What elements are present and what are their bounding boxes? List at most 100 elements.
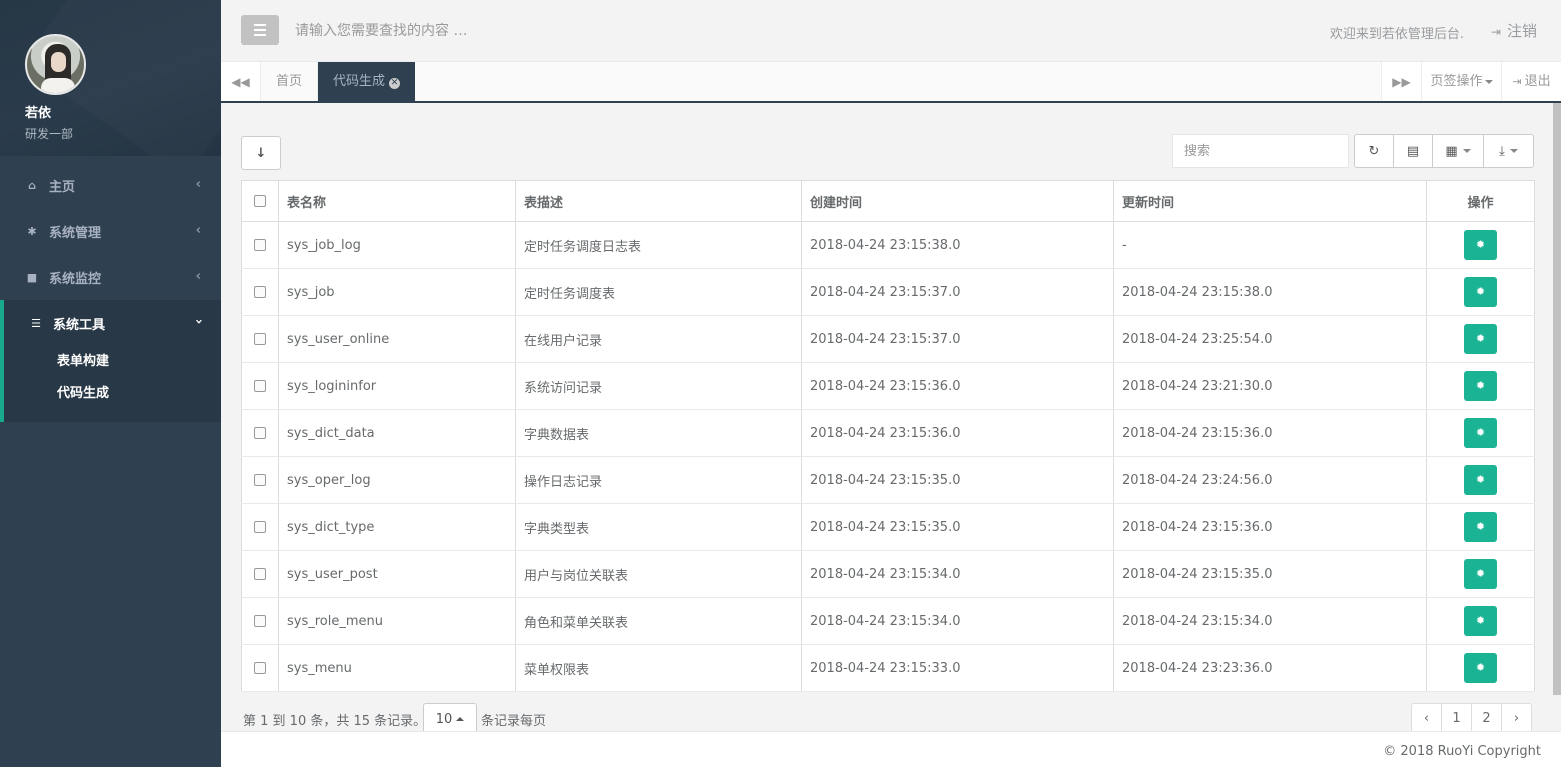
tab-code-gen[interactable]: 代码生成 ✕ <box>318 62 415 101</box>
row-checkbox[interactable] <box>254 427 266 439</box>
main-content: ↓ ↻ ▤ ▦ ⤓ 表名称 表描述 创建时间 更新时间 操作 sys_job_l… <box>221 103 1553 735</box>
caret-down-icon <box>1509 149 1518 153</box>
page-scrollbar[interactable] <box>1553 103 1561 695</box>
row-checkbox-cell <box>241 268 279 316</box>
row-checkbox-cell <box>241 550 279 598</box>
cell-table-name: sys_menu <box>278 644 516 692</box>
cell-create-time: 2018-04-24 23:15:37.0 <box>801 268 1114 316</box>
row-checkbox[interactable] <box>254 239 266 251</box>
cell-update-time: 2018-04-24 23:23:36.0 <box>1113 644 1427 692</box>
copyright-text: © 2018 RuoYi Copyright <box>1383 744 1541 759</box>
tab-operations-dropdown[interactable]: 页签操作 <box>1421 62 1501 101</box>
refresh-icon: ↻ <box>1368 143 1380 159</box>
code-gen-table: 表名称 表描述 创建时间 更新时间 操作 sys_job_log 定时任务调度日… <box>241 180 1535 692</box>
row-checkbox[interactable] <box>254 286 266 298</box>
table-row: sys_logininfor 系统访问记录 2018-04-24 23:15:3… <box>241 362 1535 410</box>
cell-create-time: 2018-04-24 23:15:34.0 <box>801 597 1114 645</box>
row-checkbox[interactable] <box>254 333 266 345</box>
sidebar-item-label: 主页 <box>49 179 76 195</box>
sidebar-item-system-tools[interactable]: ☰ 系统工具 › <box>4 300 221 346</box>
table-row: sys_menu 菜单权限表 2018-04-24 23:15:33.0 201… <box>241 644 1535 692</box>
generate-code-button[interactable]: ✹ <box>1464 653 1497 683</box>
row-checkbox[interactable] <box>254 662 266 674</box>
page-tabs: ◀◀ 首页 代码生成 ✕ ▶▶ 页签操作 ⇥ 退出 <box>221 62 1561 103</box>
cell-actions: ✹ <box>1426 597 1535 645</box>
logout-link[interactable]: ⇥ 注销 <box>1491 20 1537 41</box>
page-1-button[interactable]: 1 <box>1441 703 1472 734</box>
generate-code-button[interactable]: ✹ <box>1464 371 1497 401</box>
row-checkbox[interactable] <box>254 380 266 392</box>
header-create-time[interactable]: 创建时间 <box>801 180 1114 222</box>
generate-code-button[interactable]: ✹ <box>1464 277 1497 307</box>
bug-icon: ✹ <box>1475 426 1486 439</box>
cell-actions: ✹ <box>1426 221 1535 269</box>
row-checkbox[interactable] <box>254 568 266 580</box>
generate-code-button[interactable]: ✹ <box>1464 512 1497 542</box>
columns-dropdown-button[interactable]: ▦ <box>1432 134 1484 168</box>
sidebar: 若依 研发一部 ⌂ 主页 ‹ ✱ 系统管理 ‹ ■ 系统监控 ‹ ☰ 系统工具 … <box>0 0 221 767</box>
refresh-button[interactable]: ↻ <box>1354 134 1394 168</box>
row-checkbox[interactable] <box>254 615 266 627</box>
caret-up-icon <box>456 717 465 721</box>
cell-update-time: 2018-04-24 23:25:54.0 <box>1113 315 1427 363</box>
header-table-name[interactable]: 表名称 <box>278 180 516 222</box>
table-row: sys_user_online 在线用户记录 2018-04-24 23:15:… <box>241 315 1535 363</box>
sidebar-group-system: ✱ 系统管理 ‹ <box>0 208 221 254</box>
close-icon[interactable]: ✕ <box>389 78 401 89</box>
cell-actions: ✹ <box>1426 362 1535 410</box>
cell-create-time: 2018-04-24 23:15:35.0 <box>801 503 1114 551</box>
generate-code-button[interactable]: ✹ <box>1464 606 1497 636</box>
sidebar-item-home[interactable]: ⌂ 主页 ‹ <box>0 162 221 208</box>
avatar[interactable] <box>25 34 86 95</box>
sidebar-subitem-form-builder[interactable]: 表单构建 <box>4 346 221 378</box>
cell-table-desc: 在线用户记录 <box>515 315 802 363</box>
cell-create-time: 2018-04-24 23:15:36.0 <box>801 409 1114 457</box>
header-table-desc[interactable]: 表描述 <box>515 180 802 222</box>
tabs-scroll-left-button[interactable]: ◀◀ <box>221 62 261 101</box>
sidebar-item-system-management[interactable]: ✱ 系统管理 ‹ <box>0 208 221 254</box>
arrow-down-icon: ↓ <box>255 145 267 161</box>
cell-table-name: sys_job_log <box>278 221 516 269</box>
menu-toggle-button[interactable] <box>241 15 279 45</box>
sidebar-subitem-code-gen[interactable]: 代码生成 <box>4 378 221 410</box>
cell-table-desc: 角色和菜单关联表 <box>515 597 802 645</box>
tab-exit-button[interactable]: ⇥ 退出 <box>1501 62 1561 101</box>
chevron-left-icon: ‹ <box>195 223 201 238</box>
global-search-input[interactable] <box>295 20 695 42</box>
tab-home[interactable]: 首页 <box>261 62 318 101</box>
pagination-summary: 第 1 到 10 条，共 15 条记录。 <box>243 714 427 729</box>
page-prev-button[interactable]: ‹ <box>1411 703 1442 734</box>
home-icon: ⌂ <box>28 178 36 192</box>
tabs-scroll-right-button[interactable]: ▶▶ <box>1381 62 1421 101</box>
toggle-view-button[interactable]: ▤ <box>1393 134 1433 168</box>
sidebar-item-system-monitor[interactable]: ■ 系统监控 ‹ <box>0 254 221 300</box>
page-2-button[interactable]: 2 <box>1471 703 1502 734</box>
bug-icon: ✹ <box>1475 285 1486 298</box>
generate-code-button[interactable]: ✹ <box>1464 418 1497 448</box>
caret-down-icon <box>1462 149 1471 153</box>
table-row: sys_job_log 定时任务调度日志表 2018-04-24 23:15:3… <box>241 221 1535 269</box>
list-icon: ▤ <box>1406 143 1420 159</box>
row-checkbox[interactable] <box>254 474 266 486</box>
header-update-time[interactable]: 更新时间 <box>1113 180 1427 222</box>
select-all-checkbox[interactable] <box>254 195 266 207</box>
user-name[interactable]: 若依 <box>25 102 221 121</box>
sidebar-item-label: 系统工具 <box>53 317 106 333</box>
chevron-left-icon: ‹ <box>195 177 201 192</box>
export-dropdown-button[interactable]: ⤓ <box>1483 134 1534 168</box>
row-checkbox-cell <box>241 503 279 551</box>
generate-code-button[interactable]: ✹ <box>1464 465 1497 495</box>
cell-actions: ✹ <box>1426 503 1535 551</box>
generate-code-button[interactable]: ✹ <box>1464 324 1497 354</box>
sidebar-item-label: 系统管理 <box>49 225 102 241</box>
generate-code-button[interactable]: ✹ <box>1464 559 1497 589</box>
row-checkbox[interactable] <box>254 521 266 533</box>
page-next-button[interactable]: › <box>1501 703 1532 734</box>
sidebar-nav: ⌂ 主页 ‹ ✱ 系统管理 ‹ ■ 系统监控 ‹ ☰ 系统工具 › 表单构建 代… <box>0 162 221 422</box>
cell-table-name: sys_user_post <box>278 550 516 598</box>
sidebar-submenu: 表单构建 代码生成 <box>4 346 221 422</box>
video-camera-icon: ■ <box>26 270 38 284</box>
generate-code-button[interactable]: ✹ <box>1464 230 1497 260</box>
table-search-input[interactable] <box>1172 134 1349 168</box>
generate-download-button[interactable]: ↓ <box>241 136 281 170</box>
